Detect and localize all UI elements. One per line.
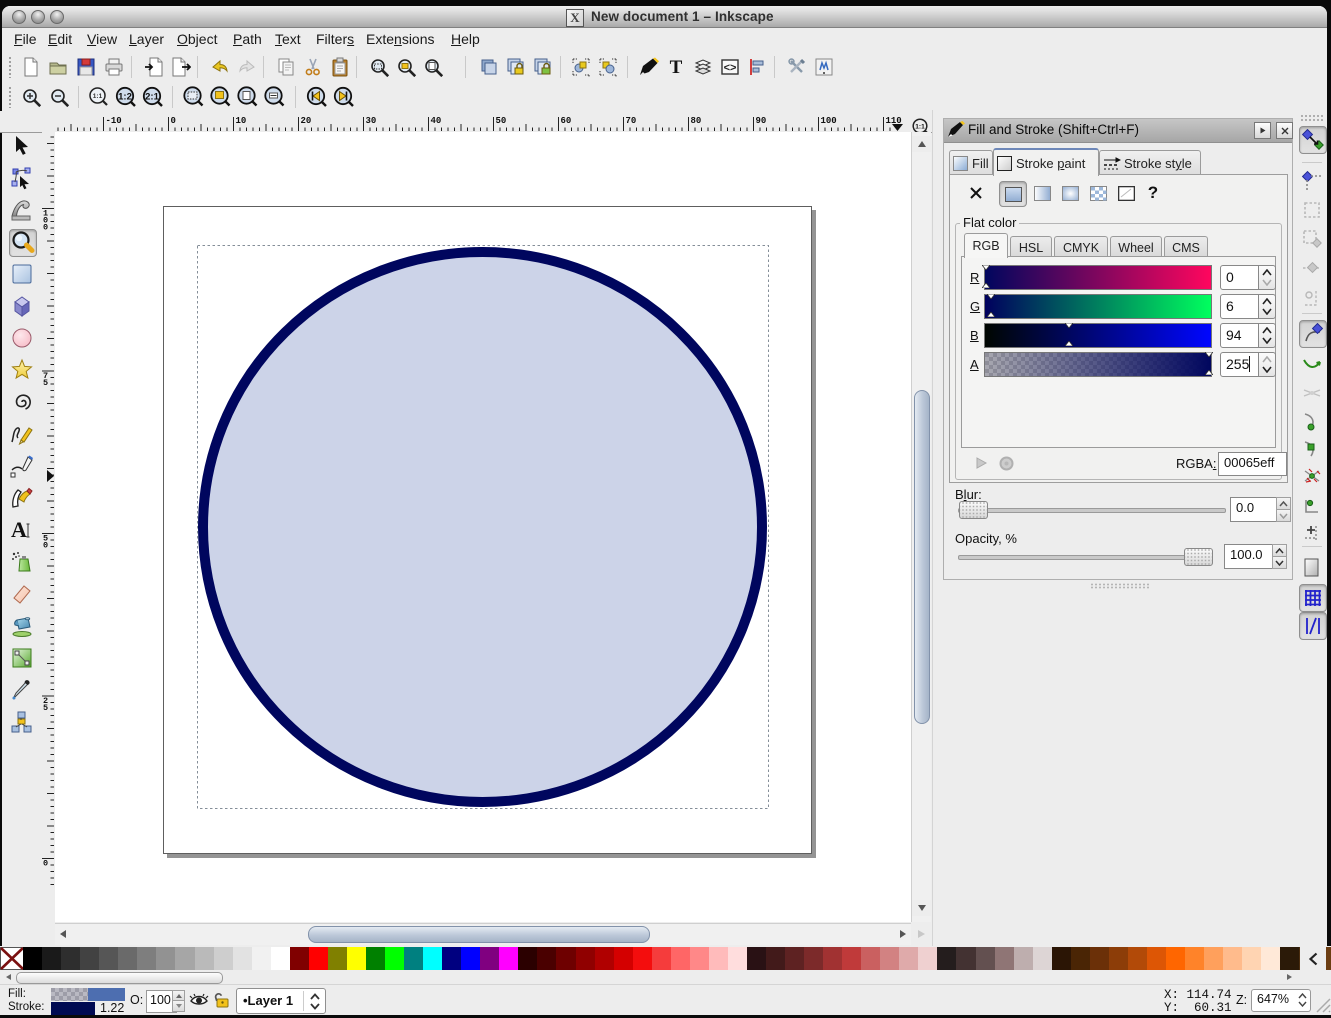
svg-text:1:1: 1:1 xyxy=(93,93,103,100)
svg-text:<>: <> xyxy=(724,62,737,74)
svg-text:90: 90 xyxy=(756,116,767,126)
svg-text:70: 70 xyxy=(626,116,637,126)
svg-text:100: 100 xyxy=(821,116,837,126)
svg-text:5: 5 xyxy=(43,378,48,388)
svg-text:30: 30 xyxy=(366,116,377,126)
svg-text:0: 0 xyxy=(43,223,48,233)
svg-text:20: 20 xyxy=(301,116,312,126)
svg-text:5: 5 xyxy=(43,703,48,713)
svg-text:2:1: 2:1 xyxy=(145,92,159,103)
svg-text:1:2: 1:2 xyxy=(118,92,132,103)
svg-text:A: A xyxy=(11,518,27,542)
svg-text:40: 40 xyxy=(431,116,442,126)
svg-text:1:1: 1:1 xyxy=(915,123,925,130)
svg-text:10: 10 xyxy=(236,116,247,126)
svg-text:80: 80 xyxy=(691,116,702,126)
svg-text:-10: -10 xyxy=(106,116,122,126)
svg-text:0: 0 xyxy=(43,541,48,551)
svg-text:0: 0 xyxy=(43,859,48,869)
svg-text:60: 60 xyxy=(561,116,572,126)
svg-text:0: 0 xyxy=(171,116,176,126)
svg-text:T: T xyxy=(670,57,683,77)
svg-text:50: 50 xyxy=(496,116,507,126)
